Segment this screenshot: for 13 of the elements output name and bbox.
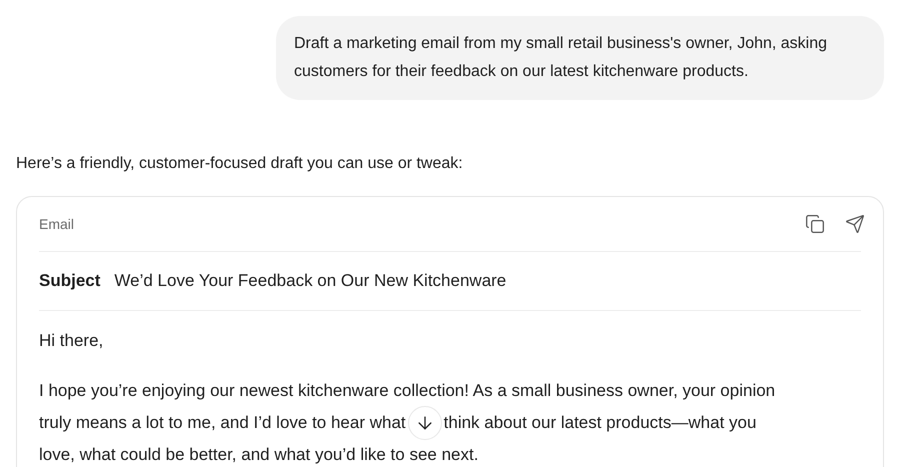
user-message-bubble: Draft a marketing email from my small retail business's owner, John, asking customers for their feedback on our latest kitchenware products.	[276, 16, 884, 100]
email-body-line: truly means a lot to me, and I’d love to hear what	[39, 412, 406, 434]
email-body-line: I hope you’re enjoying our newest kitchenware collection! As a small business owner, your opinion	[39, 380, 776, 402]
subject-text: We’d Love Your Feedback on Our New Kitchenware	[114, 270, 506, 292]
send-icon[interactable]	[845, 214, 865, 234]
subject-label: Subject	[39, 270, 100, 292]
email-label: Email	[39, 214, 74, 234]
email-greeting: Hi there,	[39, 330, 104, 352]
scroll-down-button[interactable]	[408, 406, 442, 440]
email-body-line: think about our latest products—what you	[444, 412, 756, 434]
assistant-intro-text: Here’s a friendly, customer-focused draft you can use or tweak:	[16, 154, 463, 174]
email-body-line: love, what could be better, and what you’d like to see next.	[39, 444, 478, 466]
copy-icon[interactable]	[805, 214, 825, 234]
